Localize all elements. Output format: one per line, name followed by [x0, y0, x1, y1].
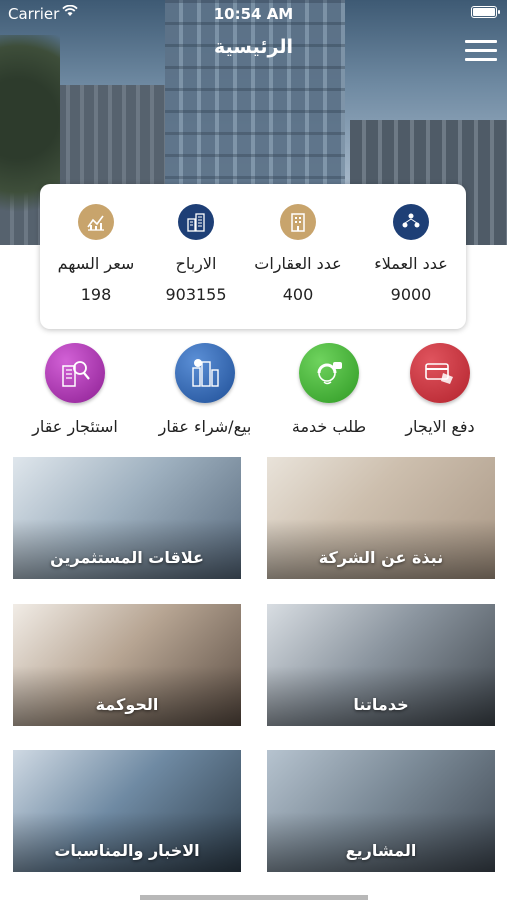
service-label: بيع/شراء عقار — [158, 417, 252, 436]
tile-label: نبذة عن الشركة — [318, 548, 444, 567]
tile-label: خدماتنا — [353, 695, 409, 714]
stat-clients: عدد العملاء 9000 — [358, 204, 464, 304]
credit-card-icon — [410, 343, 470, 403]
service-rent-property[interactable]: استئجار عقار — [15, 343, 135, 436]
service-pay-rent[interactable]: دفع الايجار — [380, 343, 500, 436]
service-label: طلب خدمة — [291, 417, 367, 436]
stat-label: عدد العقارات — [254, 254, 342, 273]
tile-investor-relations[interactable]: علاقات المستثمرين — [13, 457, 241, 579]
building-icon — [280, 204, 316, 240]
page-title: الرئيسية — [214, 36, 293, 58]
stat-profits: الارباح 903155 — [143, 204, 249, 304]
customer-service-icon — [299, 343, 359, 403]
services-row: دفع الايجار طلب خدمة بيع/شراء عقار استئج… — [0, 343, 507, 443]
service-label: استئجار عقار — [32, 417, 118, 436]
tile-label: علاقات المستثمرين — [50, 548, 204, 567]
stat-value: 400 — [282, 285, 314, 304]
stat-label: الارباح — [175, 254, 217, 273]
stat-properties: عدد العقارات 400 — [245, 204, 351, 304]
office-buildings-icon — [178, 204, 214, 240]
tile-our-services[interactable]: خدماتنا — [267, 604, 495, 726]
service-label: دفع الايجار — [405, 417, 475, 436]
service-request[interactable]: طلب خدمة — [269, 343, 389, 436]
tile-news-events[interactable]: الاخبار والمناسبات — [13, 750, 241, 872]
tile-projects[interactable]: المشاريع — [267, 750, 495, 872]
tile-label: الاخبار والمناسبات — [54, 841, 200, 860]
stat-value: 198 — [80, 285, 112, 304]
stats-card: عدد العملاء 9000 عدد العقارات 400 الاربا… — [40, 184, 466, 329]
stock-chart-icon — [78, 204, 114, 240]
stat-share-price: سعر السهم 198 — [43, 204, 149, 304]
tile-governance[interactable]: الحوكمة — [13, 604, 241, 726]
tile-label: المشاريع — [345, 841, 417, 860]
city-money-icon — [175, 343, 235, 403]
stat-value: 9000 — [390, 285, 432, 304]
status-bar: Carrier 10:54 AM — [0, 0, 507, 28]
menu-hamburger-icon[interactable] — [465, 40, 497, 62]
stat-label: سعر السهم — [57, 254, 135, 273]
status-time: 10:54 AM — [213, 5, 294, 23]
battery-icon — [471, 6, 500, 18]
people-network-icon — [393, 204, 429, 240]
stat-label: عدد العملاء — [374, 254, 448, 273]
stat-value: 903155 — [165, 285, 227, 304]
next-tile-peek — [140, 895, 368, 900]
tile-label: الحوكمة — [95, 695, 159, 714]
building-search-icon — [45, 343, 105, 403]
tile-about-company[interactable]: نبذة عن الشركة — [267, 457, 495, 579]
service-buy-sell[interactable]: بيع/شراء عقار — [145, 343, 265, 436]
